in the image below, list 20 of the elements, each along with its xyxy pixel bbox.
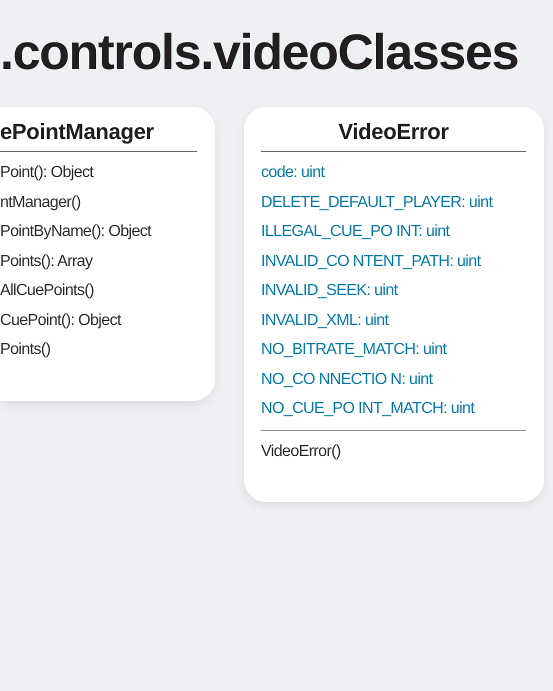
package-title: .controls.videoClasses	[0, 23, 520, 82]
method-text: CuePoint(): Object	[0, 310, 122, 330]
method-text: Point(): Object	[0, 163, 95, 183]
attribute-text: INVALID_CO NTENT_PATH: uint	[261, 252, 482, 272]
method-text: ntManager()	[0, 192, 82, 212]
attribute-text: NO_CO NNECTIO N: uint	[261, 370, 434, 390]
method-text: Points(): Array	[0, 252, 94, 272]
method-text: AllCuePoints()	[0, 281, 95, 301]
attribute-text: NO_BITRATE_MATCH: uint	[261, 340, 448, 360]
attribute-text: INVALID_XML: uint	[261, 310, 390, 330]
class-name: VideoError	[261, 119, 526, 152]
attribute-text: DELETE_DEFAULT_PLAYER: uint	[261, 192, 494, 212]
attribute-text: NO_CUE_PO INT_MATCH: uint	[261, 399, 476, 419]
method-text: VideoError()	[261, 442, 342, 462]
method-text: PointByName(): Object	[0, 222, 152, 242]
attribute-text: ILLEGAL_CUE_PO INT: uint	[261, 222, 451, 242]
method-text: Points()	[0, 340, 52, 360]
attribute-text: code: uint	[261, 163, 326, 183]
class-name: ePointManager	[0, 119, 197, 152]
attribute-text: INVALID_SEEK: uint	[261, 281, 399, 301]
